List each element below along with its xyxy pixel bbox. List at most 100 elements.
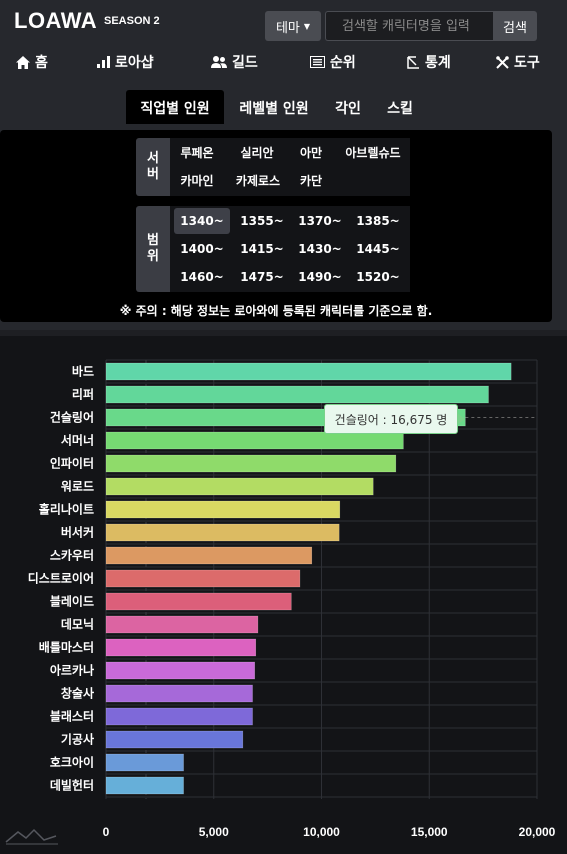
category-label: 기공사 xyxy=(61,732,94,747)
search-input[interactable] xyxy=(325,11,493,41)
bar-chart-icon xyxy=(97,56,110,68)
bar[interactable] xyxy=(105,546,313,565)
bar[interactable] xyxy=(105,454,397,473)
tab-class-count[interactable]: 직업별 인원 xyxy=(126,90,224,124)
nav-label-loashop: 로아샵 xyxy=(115,55,154,71)
bar[interactable] xyxy=(105,477,374,496)
nav-item-loashop[interactable]: 로아샵 xyxy=(97,52,154,72)
range-option[interactable]: 1385~ xyxy=(350,208,406,234)
server-option[interactable]: 카마인 xyxy=(172,168,222,194)
bar[interactable] xyxy=(105,776,184,795)
search-button[interactable]: 검색 xyxy=(493,11,537,41)
theme-button[interactable]: 테마 ▼ xyxy=(265,11,321,41)
main-nav: 홈 로아샵 길드 순위 통계 도구 xyxy=(0,46,567,76)
caret-down-icon: ▼ xyxy=(303,21,311,31)
nav-label-guild: 길드 xyxy=(232,55,258,71)
range-option-active[interactable]: 1340~ xyxy=(174,208,230,234)
category-label: 워로드 xyxy=(61,480,94,494)
category-label: 버서커 xyxy=(61,525,94,540)
nav-item-guild[interactable]: 길드 xyxy=(211,52,258,72)
tab-level-count[interactable]: 레벨별 인원 xyxy=(230,90,318,124)
category-label: 홀리나이트 xyxy=(39,502,94,517)
category-label: 아르카나 xyxy=(50,663,94,678)
range-group-label: 범위 xyxy=(136,206,170,292)
nav-label-home: 홈 xyxy=(35,55,48,71)
x-tick-label: 20,000 xyxy=(519,825,556,839)
nav-label-ranking: 순위 xyxy=(330,55,356,71)
tab-skill[interactable]: 스킬 xyxy=(378,90,422,124)
range-option[interactable]: 1400~ xyxy=(174,236,230,262)
server-option[interactable]: 카제로스 xyxy=(228,168,288,194)
filter-panel: 서버 루페온 실리안 아만 아브렐슈드 카마인 카제로스 카단 범위 1340~… xyxy=(0,130,552,322)
bar[interactable] xyxy=(105,569,301,588)
server-option[interactable]: 아브렐슈드 xyxy=(338,140,408,166)
bar[interactable] xyxy=(105,615,259,634)
category-label: 블레이드 xyxy=(50,594,94,609)
chart-area: 바드리퍼건슬링어서머너인파이터워로드홀리나이트버서커스카우터디스트로이어블레이드… xyxy=(0,336,567,854)
range-option[interactable]: 1415~ xyxy=(234,236,290,262)
category-label: 블래스터 xyxy=(50,709,94,724)
bar[interactable] xyxy=(105,638,257,657)
list-icon xyxy=(310,56,325,68)
watermark-logo-icon xyxy=(5,828,58,845)
category-label: 리퍼 xyxy=(72,387,94,402)
nav-item-tools[interactable]: 도구 xyxy=(496,52,540,72)
category-label: 호크아이 xyxy=(50,755,94,770)
server-option[interactable]: 루페온 xyxy=(172,140,222,166)
bar[interactable] xyxy=(105,385,489,404)
range-option[interactable]: 1520~ xyxy=(350,264,406,290)
server-option[interactable]: 아만 xyxy=(290,140,332,166)
range-option[interactable]: 1475~ xyxy=(234,264,290,290)
sub-tabs: 직업별 인원 레벨별 인원 각인 스킬 xyxy=(0,76,567,124)
home-icon xyxy=(16,55,30,69)
category-label: 배틀마스터 xyxy=(39,640,94,655)
server-option[interactable]: 카단 xyxy=(290,168,332,194)
nav-label-tools: 도구 xyxy=(514,55,540,71)
bar[interactable] xyxy=(105,431,404,450)
x-tick-label: 15,000 xyxy=(411,825,448,839)
server-options: 루페온 실리안 아만 아브렐슈드 카마인 카제로스 카단 xyxy=(170,138,410,196)
nav-item-statistics[interactable]: 통계 xyxy=(407,52,451,72)
category-label: 인파이터 xyxy=(50,456,94,471)
nav-label-statistics: 통계 xyxy=(425,55,451,71)
bar[interactable] xyxy=(105,730,244,749)
range-option[interactable]: 1370~ xyxy=(292,208,348,234)
category-label: 스카우터 xyxy=(50,548,94,563)
x-tick-label: 5,000 xyxy=(199,825,229,839)
bar[interactable] xyxy=(105,523,340,542)
category-label: 데모닉 xyxy=(61,617,94,632)
category-label: 디스트로이어 xyxy=(28,571,94,586)
theme-label: 테마 xyxy=(275,20,300,36)
tab-engraving[interactable]: 각인 xyxy=(326,90,370,124)
category-label: 창술사 xyxy=(61,686,94,701)
category-label: 서머너 xyxy=(61,433,94,448)
range-option[interactable]: 1445~ xyxy=(350,236,406,262)
x-tick-label: 10,000 xyxy=(303,825,340,839)
x-tick-label: 0 xyxy=(103,825,110,839)
tooltip-arrow xyxy=(457,413,465,425)
category-label: 바드 xyxy=(72,364,94,379)
logo[interactable]: LOAWA xyxy=(14,8,97,34)
bar[interactable] xyxy=(105,753,184,772)
statistics-icon xyxy=(407,55,419,69)
range-option[interactable]: 1460~ xyxy=(174,264,230,290)
season-label: SEASON 2 xyxy=(104,15,160,27)
range-option[interactable]: 1355~ xyxy=(234,208,290,234)
notice-text: ※ 주의 : 해당 정보는 로아와에 등록된 캐릭터를 기준으로 함. xyxy=(119,304,433,318)
server-group-label: 서버 xyxy=(136,138,170,196)
bar[interactable] xyxy=(105,684,253,703)
range-option[interactable]: 1430~ xyxy=(292,236,348,262)
range-option[interactable]: 1490~ xyxy=(292,264,348,290)
bar[interactable] xyxy=(105,500,341,519)
nav-item-home[interactable]: 홈 xyxy=(16,52,48,72)
tools-icon xyxy=(496,55,509,69)
category-label: 건슬링어 xyxy=(50,410,94,425)
filters-section: 서버 루페온 실리안 아만 아브렐슈드 카마인 카제로스 카단 범위 1340~… xyxy=(0,124,567,330)
bar[interactable] xyxy=(105,707,253,726)
bar[interactable] xyxy=(105,592,292,611)
bar[interactable] xyxy=(105,362,512,381)
bar[interactable] xyxy=(105,661,255,680)
server-option[interactable]: 실리안 xyxy=(232,140,282,166)
nav-item-ranking[interactable]: 순위 xyxy=(310,52,356,72)
category-label: 데빌헌터 xyxy=(50,778,94,793)
